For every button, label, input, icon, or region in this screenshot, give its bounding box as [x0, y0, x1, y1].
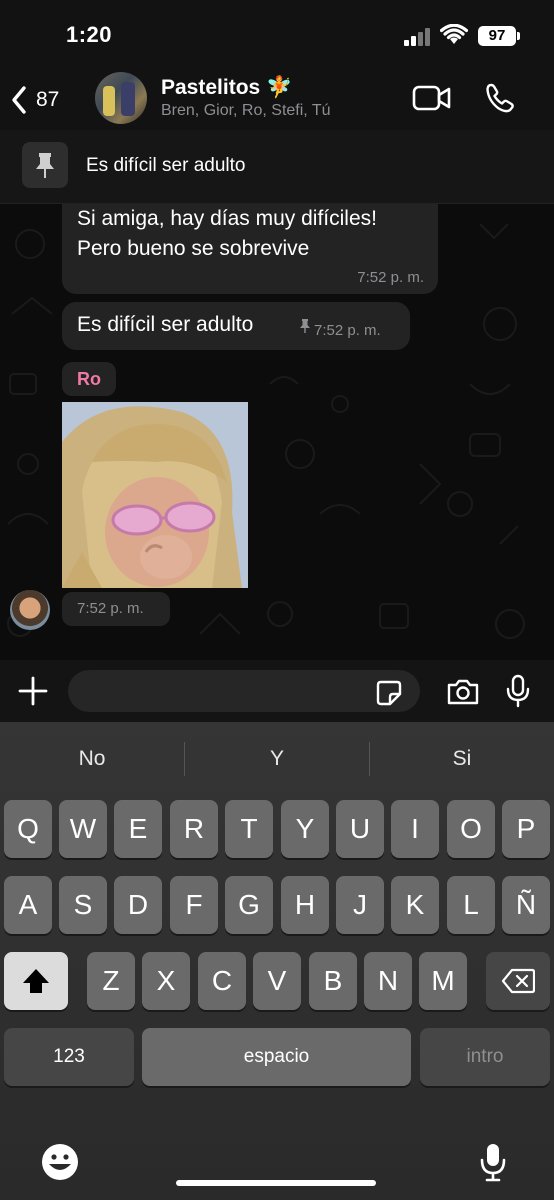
video-call-button[interactable] [412, 84, 452, 112]
sticker-illustration [62, 402, 248, 588]
key-t[interactable]: T [225, 800, 273, 858]
status-time: 1:20 [66, 22, 113, 47]
sticker-icon[interactable] [376, 680, 402, 706]
key-h[interactable]: H [281, 876, 329, 934]
key-enye[interactable]: Ñ [502, 876, 550, 934]
key-c[interactable]: C [198, 952, 246, 1010]
sender-avatar[interactable] [10, 590, 50, 630]
phone-call-button[interactable] [484, 82, 516, 114]
group-members[interactable]: Bren, Gior, Ro, Stefi, Tú [161, 102, 331, 120]
cellular-signal-icon [404, 28, 434, 46]
message-time: 7:52 p. m. [314, 322, 381, 339]
backspace-icon [501, 968, 536, 994]
key-s[interactable]: S [59, 876, 107, 934]
message-text: Es difícil ser adulto [77, 313, 254, 336]
dictation-microphone-icon[interactable] [480, 1142, 506, 1182]
message-text: Si amiga, hay días muy difíciles! [77, 207, 377, 230]
group-name[interactable]: Pastelitos 🧚 [161, 76, 292, 100]
microphone-icon[interactable] [506, 674, 530, 708]
key-l[interactable]: L [447, 876, 495, 934]
pinned-message-banner[interactable]: Es difícil ser adulto [0, 130, 554, 204]
key-r[interactable]: R [170, 800, 218, 858]
back-button[interactable]: 87 [10, 80, 80, 120]
status-bar: 1:20 97 [0, 0, 554, 70]
key-e[interactable]: E [114, 800, 162, 858]
plus-icon[interactable] [16, 674, 50, 708]
key-j[interactable]: J [336, 876, 384, 934]
back-chevron-icon [12, 86, 26, 114]
backspace-key[interactable] [486, 952, 550, 1010]
chat-header: 87 Pastelitos 🧚 Bren, Gior, Ro, Stefi, T… [0, 70, 554, 130]
key-u[interactable]: U [336, 800, 384, 858]
key-k[interactable]: K [391, 876, 439, 934]
message-text: Pero bueno se sobrevive [77, 237, 310, 260]
message-bubble[interactable]: Si amiga, hay días muy difíciles! Pero b… [62, 204, 438, 294]
chat-area[interactable]: Si amiga, hay días muy difíciles! Pero b… [0, 204, 554, 660]
key-a[interactable]: A [4, 876, 52, 934]
numbers-key[interactable]: 123 [4, 1028, 134, 1086]
emoji-icon[interactable] [40, 1142, 80, 1182]
key-p[interactable]: P [502, 800, 550, 858]
sender-name-tag[interactable]: Ro [62, 362, 116, 396]
wifi-icon [440, 24, 468, 44]
suggestion[interactable]: Y [185, 722, 369, 796]
key-f[interactable]: F [170, 876, 218, 934]
sticker-time-chip: 7:52 p. m. [62, 592, 170, 626]
shift-icon [23, 969, 49, 993]
suggestion[interactable]: Si [370, 722, 554, 796]
space-key[interactable]: espacio [142, 1028, 411, 1086]
sender-name: Ro [77, 369, 101, 389]
key-i[interactable]: I [391, 800, 439, 858]
return-key[interactable]: intro [420, 1028, 550, 1086]
home-indicator[interactable] [176, 1180, 376, 1186]
pin-icon-box [22, 142, 68, 188]
sticker-image[interactable] [62, 402, 248, 588]
message-bubble-pinned[interactable]: Es difícil ser adulto 7:52 p. m. [62, 302, 410, 350]
key-q[interactable]: Q [4, 800, 52, 858]
key-b[interactable]: B [309, 952, 357, 1010]
key-w[interactable]: W [59, 800, 107, 858]
shift-key[interactable] [4, 952, 68, 1010]
camera-icon[interactable] [446, 678, 480, 706]
key-z[interactable]: Z [87, 952, 135, 1010]
suggestion[interactable]: No [0, 722, 184, 796]
suggestion-bar: No Y Si [0, 722, 554, 796]
keyboard: No Y Si Q W E R T Y U I O P A S D F G H … [0, 722, 554, 1200]
unread-count: 87 [36, 88, 60, 111]
group-avatar[interactable] [95, 72, 147, 124]
pinned-mark-icon [300, 319, 310, 333]
pinned-message-text: Es difícil ser adulto [86, 155, 246, 176]
message-input[interactable] [68, 670, 420, 712]
key-d[interactable]: D [114, 876, 162, 934]
battery-indicator: 97 [478, 26, 520, 46]
key-m[interactable]: M [419, 952, 467, 1010]
message-time: 7:52 p. m. [357, 269, 424, 286]
message-input-bar [0, 660, 554, 722]
message-time: 7:52 p. m. [77, 600, 144, 617]
key-o[interactable]: O [447, 800, 495, 858]
key-y[interactable]: Y [281, 800, 329, 858]
pin-icon [36, 153, 54, 178]
key-g[interactable]: G [225, 876, 273, 934]
key-x[interactable]: X [142, 952, 190, 1010]
key-v[interactable]: V [253, 952, 301, 1010]
key-n[interactable]: N [364, 952, 412, 1010]
